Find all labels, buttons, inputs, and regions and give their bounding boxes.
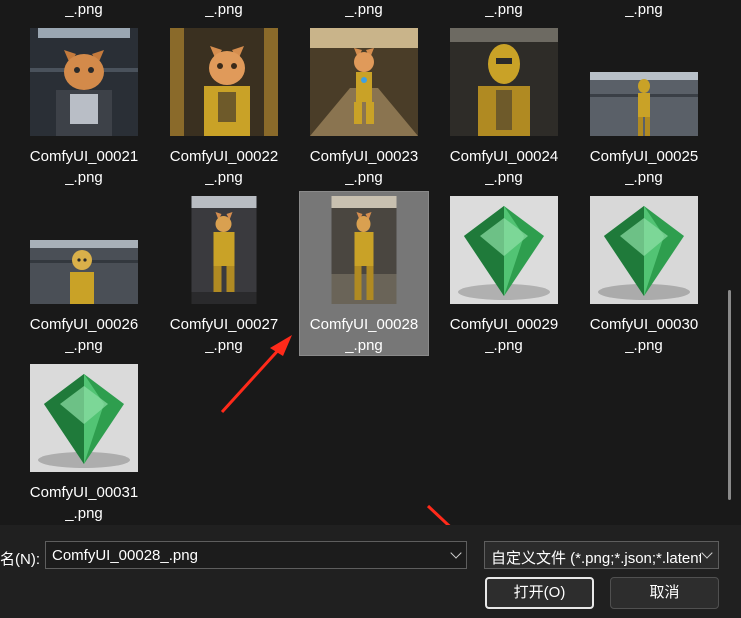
file-ext: _.png [205,337,243,354]
file-ext: _.png [65,337,103,354]
file-name: ComfyUI_00026 [29,316,139,333]
file-type-value: 自定义文件 (*.png;*.json;*.latent;*.safetenso… [491,550,701,567]
emerald-gem-icon [450,196,558,304]
gold-robot-icon [450,28,558,136]
file-ext: _.png [65,169,103,186]
file-tile[interactable]: ComfyUI_00025 _.png [574,24,714,190]
file-name: ComfyUI_00031 [29,484,139,501]
file-caption-partial[interactable]: _.png [154,0,294,20]
file-name: ComfyUI_00023 [309,148,419,165]
file-tile[interactable]: ComfyUI_00021 _.png [14,24,154,190]
file-tile[interactable]: ComfyUI_00026 _.png [14,192,154,358]
file-tile[interactable]: ComfyUI_00022 _.png [154,24,294,190]
file-name: ComfyUI_00028 [309,316,419,333]
cat-robot-icon [310,28,418,136]
file-tile[interactable]: ComfyUI_00031 _.png [14,360,154,525]
cat-robot-icon [30,28,138,136]
file-caption-partial[interactable]: _.png [14,0,154,20]
open-button[interactable]: 打开(O) [485,577,594,609]
file-tile[interactable]: ComfyUI_00024 _.png [434,24,574,190]
emerald-gem-icon [30,364,138,472]
vertical-scrollbar[interactable] [728,290,731,500]
file-tile[interactable]: ComfyUI_00029 _.png [434,192,574,358]
emerald-gem-icon [590,196,698,304]
chevron-down-icon[interactable] [450,547,462,559]
file-ext: _.png [205,169,243,186]
file-tile[interactable]: ComfyUI_00027 _.png [154,192,294,358]
file-ext: _.png [345,337,383,354]
file-ext: _.png [345,169,383,186]
file-caption-partial[interactable]: _.png [574,0,714,20]
cat-robot-icon [170,28,278,136]
file-name: ComfyUI_00030 [589,316,699,333]
chevron-down-icon[interactable] [701,547,713,559]
file-caption-partial[interactable]: _.png [294,0,434,20]
file-name: ComfyUI_00027 [169,316,279,333]
file-ext: _.png [485,169,523,186]
file-type-select[interactable]: 自定义文件 (*.png;*.json;*.latent;*.safetenso… [484,541,719,569]
gold-robot-icon [30,240,138,304]
file-name: ComfyUI_00029 [449,316,559,333]
file-caption-partial[interactable]: _.png [434,0,574,20]
file-tile-selected[interactable]: ComfyUI_00028 _.png [299,191,429,356]
cancel-button[interactable]: 取消 [610,577,719,609]
cat-robot-icon [331,196,397,304]
filename-input[interactable]: ComfyUI_00028_.png [45,541,467,569]
file-tile[interactable]: ComfyUI_00023 _.png [294,24,434,190]
file-ext: _.png [625,169,663,186]
file-grid: _.png _.png _.png _.png _.png ComfyUI_00… [0,0,741,525]
file-tile[interactable]: ComfyUI_00030 _.png [574,192,714,358]
file-name: ComfyUI_00025 [589,148,699,165]
file-name: ComfyUI_00021 [29,148,139,165]
dialog-footer: 名(N): ComfyUI_00028_.png 自定义文件 (*.png;*.… [0,525,741,618]
filename-label: 名(N): [0,551,40,568]
filename-value: ComfyUI_00028_.png [52,547,198,564]
file-ext: _.png [485,337,523,354]
gold-robot-icon [590,72,698,136]
file-name: ComfyUI_00022 [169,148,279,165]
cat-robot-icon [191,196,257,304]
file-name: ComfyUI_00024 [449,148,559,165]
file-ext: _.png [65,505,103,522]
file-ext: _.png [625,337,663,354]
